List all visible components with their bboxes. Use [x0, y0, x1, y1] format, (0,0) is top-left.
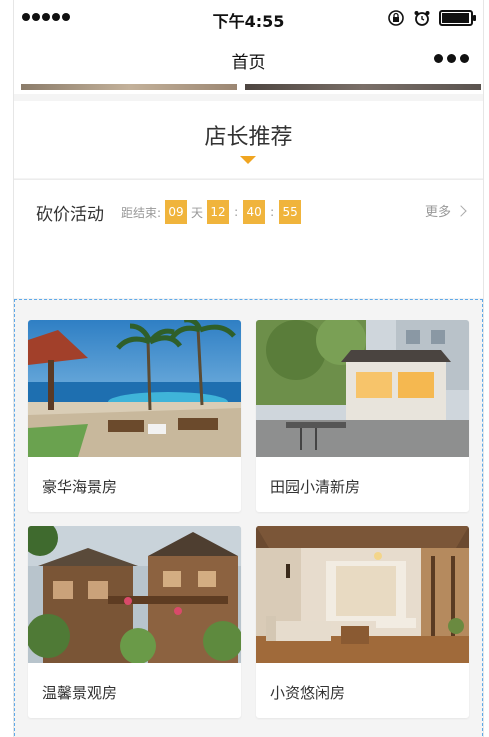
garden-house-photo — [256, 320, 469, 457]
wooden-villa-photo — [28, 526, 241, 663]
bargain-title: 砍价活动 — [36, 205, 104, 225]
room-grid: 豪华海景房 田园小清新房 温馨景观房 小资悠闲房 — [14, 299, 483, 737]
chevron-right-icon — [455, 204, 467, 217]
room-name: 豪华海景房 — [42, 478, 118, 496]
status-bar: 下午4:55 — [14, 0, 483, 36]
banner-image — [245, 84, 481, 90]
countdown-label: 距结束: — [121, 205, 162, 220]
living-room-photo — [256, 526, 469, 663]
banner-carousel[interactable] — [14, 84, 483, 94]
countdown-separator: : — [270, 205, 275, 219]
room-name: 小资悠闲房 — [270, 684, 346, 702]
countdown-separator: : — [234, 205, 239, 219]
more-link[interactable]: 更多 — [424, 201, 467, 220]
rotation-lock-icon — [388, 10, 404, 26]
countdown-timer: 距结束: 09 天 12 : 40 : 55 — [121, 200, 302, 224]
section-title: 店长推荐 — [204, 125, 293, 150]
alarm-icon — [414, 11, 430, 26]
nav-bar: 首页 — [14, 36, 483, 84]
section-header: 店长推荐 — [14, 101, 483, 178]
room-name: 温馨景观房 — [42, 684, 118, 702]
bargain-activity-row: 砍价活动 距结束: 09 天 12 : 40 : 55 更多 — [14, 179, 483, 243]
countdown-minutes: 40 — [243, 200, 266, 224]
page-title: 首页 — [231, 53, 266, 73]
more-label: 更多 — [424, 205, 451, 220]
countdown-hours: 12 — [207, 200, 230, 224]
room-card[interactable]: 温馨景观房 — [28, 526, 241, 718]
banner-image — [21, 84, 237, 90]
room-name: 田园小清新房 — [270, 478, 361, 496]
triangle-down-icon — [240, 156, 256, 164]
more-dots-icon[interactable] — [434, 54, 469, 63]
room-card[interactable]: 豪华海景房 — [28, 320, 241, 512]
countdown-seconds: 55 — [279, 200, 302, 224]
countdown-days: 09 — [165, 200, 188, 224]
room-card[interactable]: 小资悠闲房 — [256, 526, 469, 718]
battery-icon — [439, 10, 476, 26]
bargain-content-area — [14, 242, 483, 298]
seaview-pool-photo — [28, 320, 241, 457]
countdown-day-unit: 天 — [191, 205, 204, 220]
phone-screen: 下午4:55 首页 店长推荐 砍价活动 距结束: 09 天 12: 40: … — [13, 0, 484, 737]
room-card[interactable]: 田园小清新房 — [256, 320, 469, 512]
